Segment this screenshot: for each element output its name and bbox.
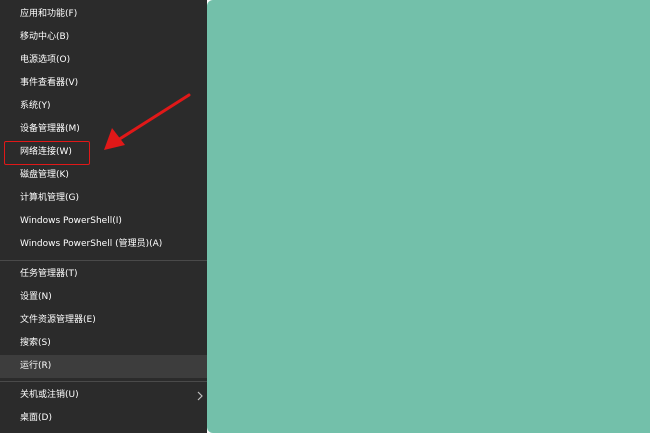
- menu-separator: [0, 260, 207, 261]
- menu-item-power-options[interactable]: 电源选项(O): [0, 49, 207, 72]
- menu-item-disk-management[interactable]: 磁盘管理(K): [0, 164, 207, 187]
- menu-item-event-viewer[interactable]: 事件查看器(V): [0, 72, 207, 95]
- menu-item-run[interactable]: 运行(R): [0, 355, 207, 378]
- menu-item-search[interactable]: 搜索(S): [0, 332, 207, 355]
- chevron-right-icon: [197, 391, 203, 401]
- menu-item-computer-management[interactable]: 计算机管理(G): [0, 187, 207, 210]
- menu-item-powershell[interactable]: Windows PowerShell(I): [0, 210, 207, 233]
- menu-item-settings[interactable]: 设置(N): [0, 286, 207, 309]
- desktop-area: [207, 0, 650, 433]
- annotation-highlight-box: [4, 141, 90, 165]
- menu-item-system[interactable]: 系统(Y): [0, 95, 207, 118]
- winx-context-menu: 应用和功能(F) 移动中心(B) 电源选项(O) 事件查看器(V) 系统(Y) …: [0, 0, 207, 433]
- menu-item-mobility-center[interactable]: 移动中心(B): [0, 26, 207, 49]
- desktop-background: [207, 0, 650, 433]
- menu-item-apps-features[interactable]: 应用和功能(F): [0, 3, 207, 26]
- menu-separator: [0, 381, 207, 382]
- menu-item-desktop[interactable]: 桌面(D): [0, 407, 207, 430]
- menu-item-powershell-admin[interactable]: Windows PowerShell (管理员)(A): [0, 233, 207, 256]
- menu-item-task-manager[interactable]: 任务管理器(T): [0, 263, 207, 286]
- screenshot: 应用和功能(F) 移动中心(B) 电源选项(O) 事件查看器(V) 系统(Y) …: [0, 0, 650, 433]
- menu-item-file-explorer[interactable]: 文件资源管理器(E): [0, 309, 207, 332]
- menu-item-shutdown-signout[interactable]: 关机或注销(U): [0, 384, 207, 407]
- menu-item-device-manager[interactable]: 设备管理器(M): [0, 118, 207, 141]
